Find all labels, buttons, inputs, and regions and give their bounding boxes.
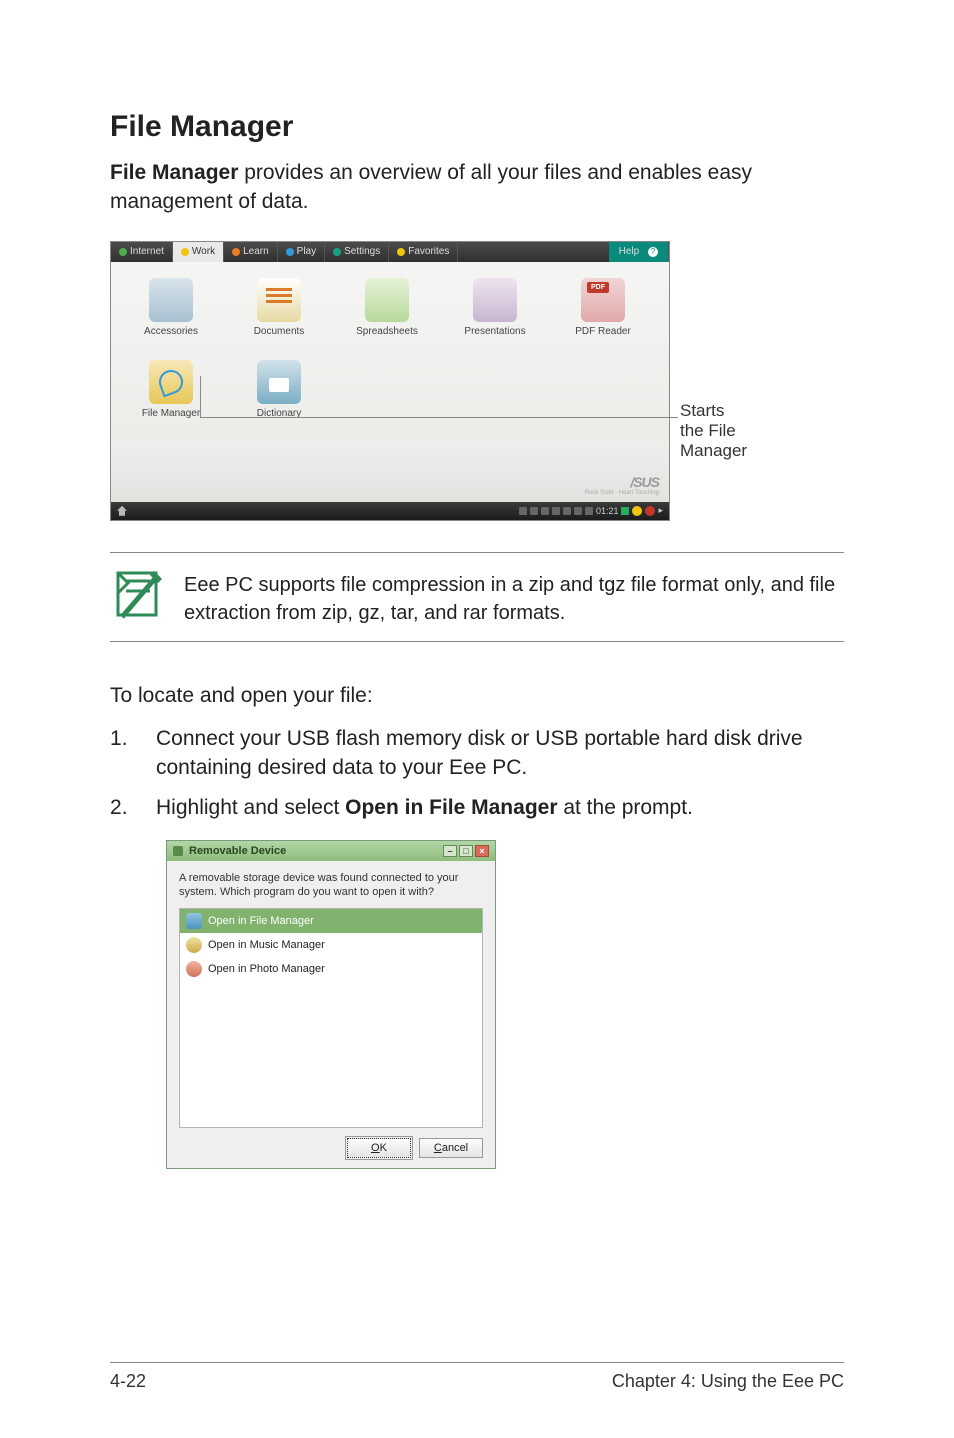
chapter-title: Chapter 4: Using the Eee PC [612, 1371, 844, 1392]
dialog-message: A removable storage device was found con… [167, 861, 495, 908]
presentations-icon [473, 278, 517, 322]
tab-help[interactable]: Help ? [609, 242, 669, 262]
os-taskbar: 01:21 ▸ [111, 502, 669, 520]
launcher-accessories[interactable]: Accessories [117, 272, 225, 354]
dialog-titlebar: Removable Device – □ × [167, 841, 495, 861]
accessories-icon [149, 278, 193, 322]
note-text: Eee PC supports file compression in a zi… [184, 567, 844, 627]
tray-icon[interactable] [530, 507, 538, 515]
close-button[interactable]: × [475, 845, 489, 857]
file-manager-icon [186, 913, 202, 929]
tab-favorites[interactable]: Favorites [389, 242, 458, 262]
note-icon [110, 567, 164, 621]
tab-internet[interactable]: Internet [111, 242, 173, 262]
tray-icon[interactable] [552, 507, 560, 515]
tray-icon[interactable] [585, 507, 593, 515]
tray-icon[interactable] [519, 507, 527, 515]
music-manager-icon [186, 937, 202, 953]
removable-device-dialog: Removable Device – □ × A removable stora… [166, 840, 496, 1169]
os-footer: /SUS Rock Solid · Heart Touching [111, 442, 669, 502]
page-heading: File Manager [110, 110, 844, 144]
launcher-grid: Accessories Documents Spreadsheets Prese… [111, 262, 669, 442]
steps-list: Connect your USB flash memory disk or US… [110, 724, 844, 822]
launcher-pdf-reader[interactable]: PDF Reader [549, 272, 657, 354]
documents-icon [257, 278, 301, 322]
launcher-documents[interactable]: Documents [225, 272, 333, 354]
option-music-manager[interactable]: Open in Music Manager [180, 933, 482, 957]
tray-icon[interactable] [563, 507, 571, 515]
callout-label: Starts the File Manager [680, 241, 747, 461]
help-icon: ? [648, 247, 658, 257]
dictionary-icon [257, 360, 301, 404]
tray-status-icon[interactable] [632, 506, 642, 516]
option-file-manager[interactable]: Open in File Manager [180, 909, 482, 933]
intro-paragraph: File Manager provides an overview of all… [110, 158, 844, 217]
tray-icon[interactable] [574, 507, 582, 515]
dialog-title: Removable Device [189, 845, 286, 857]
dialog-icon [173, 846, 183, 856]
launcher-dictionary[interactable]: Dictionary [225, 354, 333, 436]
folder-icon [181, 248, 189, 256]
asus-logo: /SUS Rock Solid · Heart Touching [585, 474, 659, 496]
subheading: To locate and open your file: [110, 684, 844, 708]
step-1: Connect your USB flash memory disk or US… [110, 724, 844, 783]
step-2: Highlight and select Open in File Manage… [110, 793, 844, 822]
tray-arrow-icon[interactable]: ▸ [658, 505, 663, 516]
option-photo-manager[interactable]: Open in Photo Manager [180, 957, 482, 981]
taskbar-clock: 01:21 [596, 506, 619, 516]
cap-icon [232, 248, 240, 256]
launcher-presentations[interactable]: Presentations [441, 272, 549, 354]
system-tray: 01:21 ▸ [519, 505, 663, 516]
file-manager-icon [149, 360, 193, 404]
os-screenshot: Internet Work Learn Play Settings Favori… [110, 241, 670, 521]
tray-status-icon[interactable] [621, 507, 629, 515]
dialog-program-list: Open in File Manager Open in Music Manag… [179, 908, 483, 1128]
minimize-button[interactable]: – [443, 845, 457, 857]
note-box: Eee PC supports file compression in a zi… [110, 552, 844, 642]
play-icon [286, 248, 294, 256]
intro-lead: File Manager [110, 161, 238, 184]
pdf-icon [581, 278, 625, 322]
launcher-spreadsheets[interactable]: Spreadsheets [333, 272, 441, 354]
cancel-button[interactable]: Cancel [419, 1138, 483, 1158]
tab-learn[interactable]: Learn [224, 242, 278, 262]
spreadsheets-icon [365, 278, 409, 322]
page-footer: 4-22 Chapter 4: Using the Eee PC [110, 1362, 844, 1392]
tab-settings[interactable]: Settings [325, 242, 389, 262]
photo-manager-icon [186, 961, 202, 977]
callout-connector [110, 521, 670, 522]
launcher-file-manager[interactable]: File Manager [117, 354, 225, 436]
maximize-button[interactable]: □ [459, 845, 473, 857]
globe-icon [119, 248, 127, 256]
tab-play[interactable]: Play [278, 242, 325, 262]
ok-button[interactable]: OK [347, 1138, 411, 1158]
os-tab-bar: Internet Work Learn Play Settings Favori… [111, 242, 669, 262]
page-number: 4-22 [110, 1371, 146, 1392]
home-icon[interactable] [117, 506, 127, 516]
tray-icon[interactable] [541, 507, 549, 515]
gear-icon [333, 248, 341, 256]
star-icon [397, 248, 405, 256]
tray-status-icon[interactable] [645, 506, 655, 516]
tab-work[interactable]: Work [173, 242, 224, 262]
